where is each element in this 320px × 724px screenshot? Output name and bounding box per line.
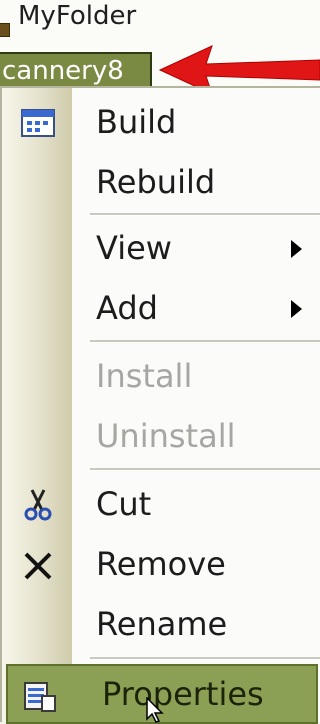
menu-item-label: Install	[96, 357, 193, 395]
folder-row[interactable]: MyFolder	[0, 2, 136, 44]
close-icon	[24, 552, 52, 580]
menu-separator	[90, 468, 320, 471]
menu-item-label: View	[96, 229, 172, 267]
build-icon	[21, 109, 55, 137]
menu-separator	[90, 213, 320, 216]
solution-explorer: MyFolder cannery8	[0, 0, 320, 95]
submenu-arrow-icon	[291, 300, 302, 318]
menu-item-build[interactable]: Build	[2, 92, 320, 152]
menu-item-install: Install	[2, 346, 320, 406]
scissors-icon	[24, 489, 52, 521]
submenu-arrow-icon	[291, 240, 302, 258]
menu-item-add[interactable]: Add	[2, 278, 320, 338]
menu-item-label: Uninstall	[96, 417, 236, 455]
selected-tree-node[interactable]: cannery8	[0, 52, 152, 88]
menu-item-cut[interactable]: Cut	[2, 474, 320, 534]
menu-item-label: Cut	[96, 485, 152, 523]
menu-item-rebuild[interactable]: Rebuild	[2, 152, 320, 212]
menu-item-label: Remove	[96, 545, 226, 583]
menu-item-label: Rename	[96, 605, 228, 643]
menu-separator	[90, 657, 320, 660]
folder-icon	[0, 23, 10, 37]
context-menu: Build Rebuild View Add Install Uninstall…	[0, 86, 320, 724]
properties-icon	[24, 682, 56, 712]
folder-label: MyFolder	[18, 1, 137, 31]
menu-item-rename[interactable]: Rename	[2, 594, 320, 654]
menu-item-remove[interactable]: Remove	[2, 534, 320, 594]
mouse-cursor-icon	[146, 697, 164, 723]
menu-item-label: Properties	[102, 675, 264, 713]
menu-item-uninstall: Uninstall	[2, 406, 320, 466]
menu-item-label: Rebuild	[96, 163, 216, 201]
menu-item-label: Build	[96, 103, 177, 141]
menu-item-label: Add	[96, 289, 158, 327]
menu-item-view[interactable]: View	[2, 218, 320, 278]
menu-separator	[90, 340, 320, 343]
